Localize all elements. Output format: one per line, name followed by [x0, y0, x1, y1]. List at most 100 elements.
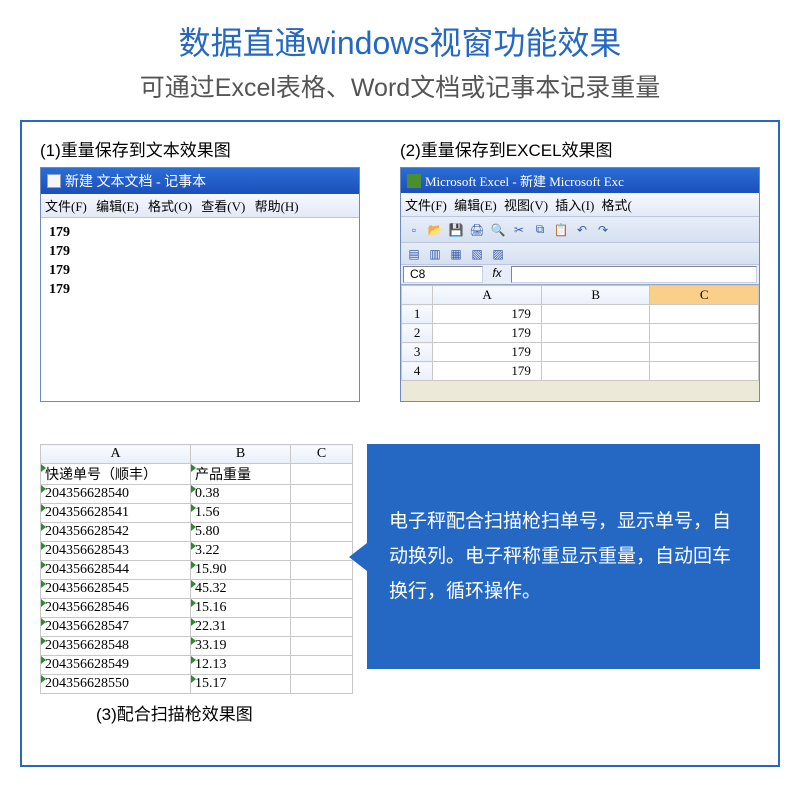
cell[interactable]: 15.90 — [191, 561, 291, 580]
menu-view[interactable]: 查看(V) — [201, 199, 245, 214]
cell[interactable] — [291, 504, 353, 523]
cell[interactable]: 33.19 — [191, 637, 291, 656]
formula-input[interactable] — [511, 266, 757, 283]
cell[interactable] — [650, 324, 759, 343]
cut-icon[interactable]: ✂ — [510, 221, 528, 239]
cell[interactable]: 204356628548 — [41, 637, 191, 656]
print-icon[interactable]: 🖨 — [468, 221, 486, 239]
table-row[interactable]: 1 179 — [402, 305, 759, 324]
col-header[interactable]: B — [541, 286, 650, 305]
cell[interactable]: 204356628543 — [41, 542, 191, 561]
cell[interactable] — [291, 656, 353, 675]
row-header[interactable]: 4 — [402, 362, 433, 381]
table-row[interactable]: 快递单号（顺丰） 产品重量 — [41, 464, 353, 485]
cell[interactable] — [291, 485, 353, 504]
menu-file[interactable]: 文件(F) — [45, 199, 87, 214]
cell[interactable]: 快递单号（顺丰） — [41, 464, 191, 485]
notepad-titlebar[interactable]: 新建 文本文档 - 记事本 — [41, 168, 359, 194]
excel-grid[interactable]: A B C 1 179 2 179 3 — [401, 285, 759, 381]
cell[interactable]: 204356628549 — [41, 656, 191, 675]
cell[interactable]: 12.13 — [191, 656, 291, 675]
table-row[interactable]: 20435662855015.17 — [41, 675, 353, 694]
cell[interactable] — [291, 675, 353, 694]
col-header[interactable]: A — [433, 286, 542, 305]
tb2-icon[interactable]: ▨ — [489, 245, 507, 263]
name-box[interactable]: C8 — [403, 266, 483, 283]
xmenu-format[interactable]: 格式( — [602, 198, 632, 213]
undo-icon[interactable]: ↶ — [573, 221, 591, 239]
tb2-icon[interactable]: ▧ — [468, 245, 486, 263]
xmenu-view[interactable]: 视图(V) — [504, 198, 548, 213]
tb2-icon[interactable]: ▦ — [447, 245, 465, 263]
cell[interactable] — [650, 305, 759, 324]
cell[interactable] — [650, 362, 759, 381]
cell[interactable] — [291, 637, 353, 656]
open-icon[interactable]: 📂 — [426, 221, 444, 239]
cell[interactable]: 1.56 — [191, 504, 291, 523]
fx-icon[interactable]: fx — [485, 265, 509, 284]
cell[interactable] — [541, 305, 650, 324]
table-row[interactable]: 3 179 — [402, 343, 759, 362]
preview-icon[interactable]: 🔍 — [489, 221, 507, 239]
xmenu-file[interactable]: 文件(F) — [405, 198, 447, 213]
cell[interactable]: 204356628550 — [41, 675, 191, 694]
cell[interactable] — [291, 580, 353, 599]
table-row[interactable]: 20435662854415.90 — [41, 561, 353, 580]
cell[interactable]: 22.31 — [191, 618, 291, 637]
table-row[interactable]: 2043566285433.22 — [41, 542, 353, 561]
cell[interactable]: 204356628545 — [41, 580, 191, 599]
excel-toolbar[interactable]: ▫ 📂 💾 🖨 🔍 ✂ ⧉ 📋 ↶ ↷ — [401, 217, 759, 243]
cell[interactable]: 204356628547 — [41, 618, 191, 637]
excel-toolbar2[interactable]: ▤ ▥ ▦ ▧ ▨ — [401, 243, 759, 265]
notepad-textarea[interactable]: 179 179 179 179 — [41, 218, 359, 306]
cell[interactable] — [291, 542, 353, 561]
cell[interactable]: 3.22 — [191, 542, 291, 561]
tb2-icon[interactable]: ▤ — [405, 245, 423, 263]
table-row[interactable]: 20435662854615.16 — [41, 599, 353, 618]
col-header[interactable]: C — [291, 445, 353, 464]
cell[interactable] — [650, 343, 759, 362]
table-row[interactable]: 20435662854912.13 — [41, 656, 353, 675]
cell[interactable] — [291, 618, 353, 637]
cell[interactable]: 204356628542 — [41, 523, 191, 542]
table-row[interactable]: 2043566285411.56 — [41, 504, 353, 523]
cell[interactable]: 179 — [433, 324, 542, 343]
table-row[interactable]: 2 179 — [402, 324, 759, 343]
menu-help[interactable]: 帮助(H) — [255, 199, 299, 214]
table-row[interactable]: 2043566285425.80 — [41, 523, 353, 542]
xmenu-insert[interactable]: 插入(I) — [555, 198, 594, 213]
menu-edit[interactable]: 编辑(E) — [96, 199, 139, 214]
new-icon[interactable]: ▫ — [405, 221, 423, 239]
row-header[interactable]: 1 — [402, 305, 433, 324]
cell[interactable] — [541, 362, 650, 381]
cell[interactable]: 15.17 — [191, 675, 291, 694]
cell[interactable] — [291, 561, 353, 580]
cell[interactable]: 0.38 — [191, 485, 291, 504]
redo-icon[interactable]: ↷ — [594, 221, 612, 239]
cell[interactable]: 179 — [433, 305, 542, 324]
table-row[interactable]: 20435662854545.32 — [41, 580, 353, 599]
excel-titlebar[interactable]: Microsoft Excel - 新建 Microsoft Exc — [401, 168, 759, 193]
cell[interactable]: 204356628540 — [41, 485, 191, 504]
cell[interactable] — [291, 464, 353, 485]
cell[interactable]: 204356628541 — [41, 504, 191, 523]
col-header[interactable]: A — [41, 445, 191, 464]
scanner-grid[interactable]: A B C 快递单号（顺丰） 产品重量 2043566285400.382043… — [40, 444, 353, 694]
table-row[interactable]: 2043566285400.38 — [41, 485, 353, 504]
cell[interactable] — [291, 523, 353, 542]
cell[interactable]: 45.32 — [191, 580, 291, 599]
cell[interactable]: 15.16 — [191, 599, 291, 618]
excel-menubar[interactable]: 文件(F) 编辑(E) 视图(V) 插入(I) 格式( — [401, 193, 759, 217]
table-row[interactable]: 20435662854722.31 — [41, 618, 353, 637]
row-header[interactable]: 2 — [402, 324, 433, 343]
xmenu-edit[interactable]: 编辑(E) — [454, 198, 497, 213]
col-header[interactable]: C — [650, 286, 759, 305]
cell[interactable]: 204356628544 — [41, 561, 191, 580]
table-row[interactable]: 20435662854833.19 — [41, 637, 353, 656]
notepad-menubar[interactable]: 文件(F) 编辑(E) 格式(O) 查看(V) 帮助(H) — [41, 194, 359, 218]
cell[interactable]: 204356628546 — [41, 599, 191, 618]
formula-bar[interactable]: C8 fx — [401, 265, 759, 285]
tb2-icon[interactable]: ▥ — [426, 245, 444, 263]
copy-icon[interactable]: ⧉ — [531, 221, 549, 239]
table-row[interactable]: 4 179 — [402, 362, 759, 381]
